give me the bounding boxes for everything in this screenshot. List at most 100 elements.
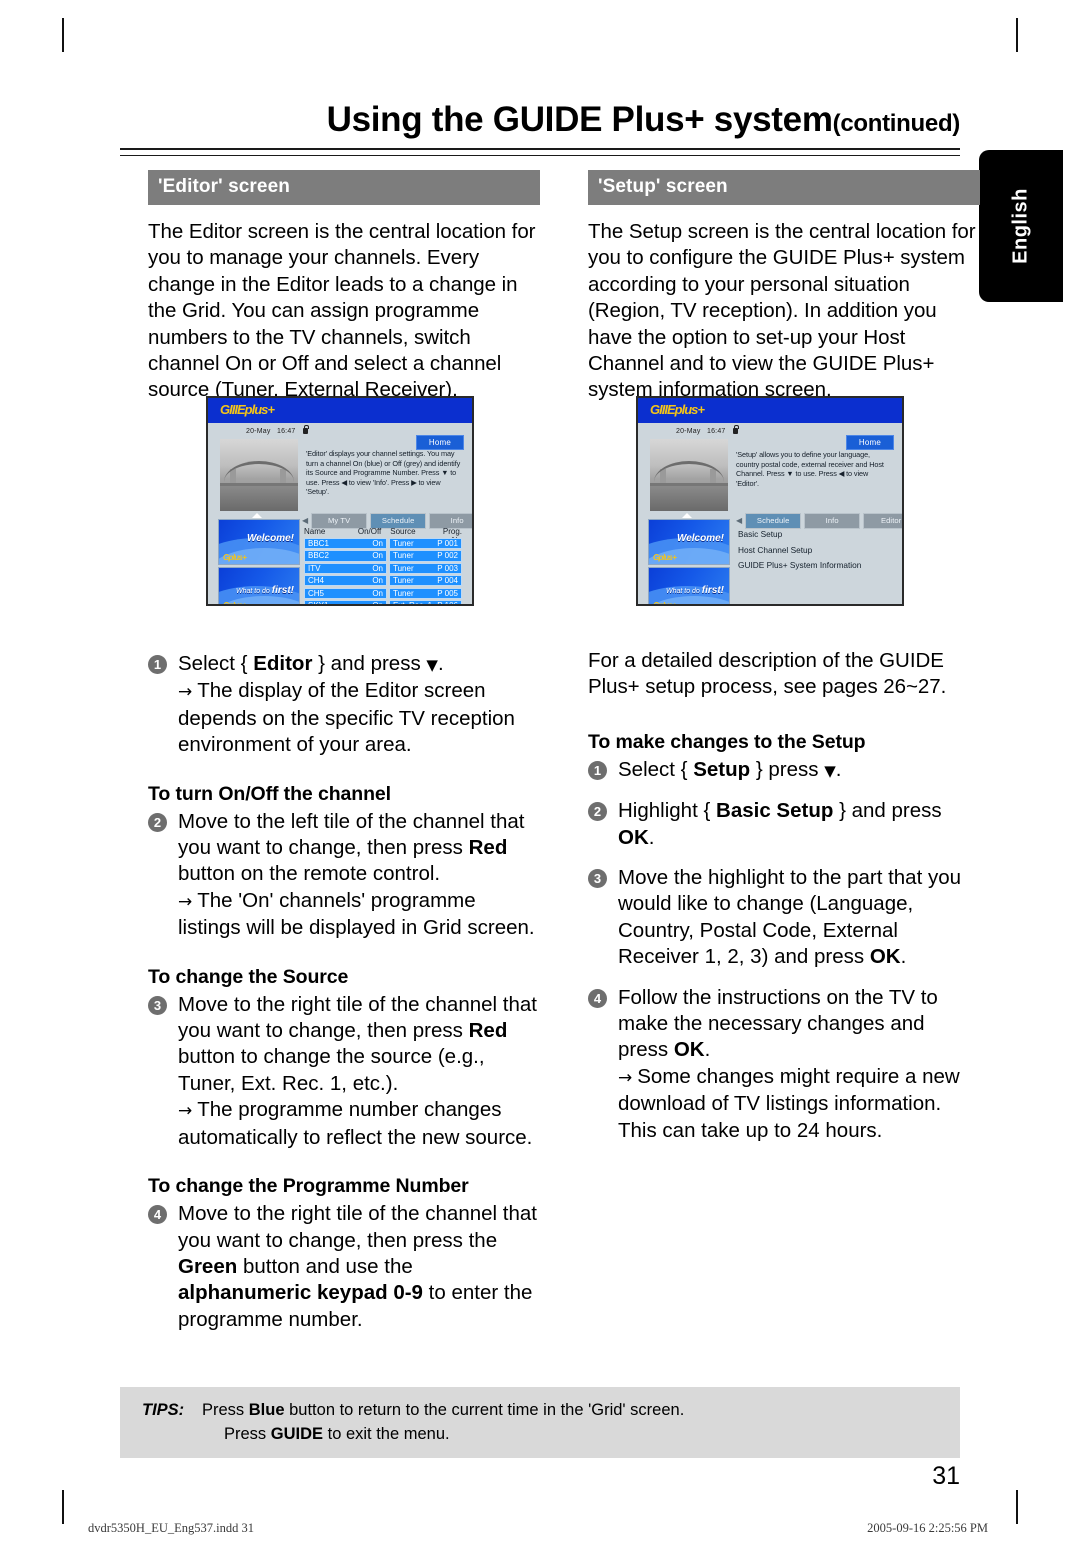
step-number: 1 (148, 655, 167, 674)
footer-filename: dvdr5350H_EU_Eng537.indd 31 (88, 1521, 254, 1535)
step-1-select-editor: 1 Select { Editor } and press ▼. → The di… (148, 651, 540, 759)
page-title: Using the GUIDE Plus+ system(continued) (120, 100, 961, 140)
page-number: 31 (932, 1462, 960, 1490)
scroll-up-icon[interactable] (682, 513, 692, 518)
promo-tile-whattodo-label: What to do first! (665, 585, 724, 596)
section-header-setup: 'Setup' screen (588, 170, 980, 205)
left-column-steps: 1 Select { Editor } and press ▼. → The di… (148, 648, 540, 1333)
table-row[interactable]: ITV On Tuner P 003 (304, 562, 462, 575)
table-row[interactable]: BBC1 On Tuner P 001 (304, 538, 462, 550)
row-right-tile[interactable]: Tuner P 004 (389, 575, 462, 587)
row-right-tile[interactable]: Tuner P 001 (389, 538, 462, 550)
subheading-change-prognum: To change the Programme Number (148, 1175, 469, 1198)
language-tab: English (979, 150, 1063, 302)
step-3-move-highlight: 3 Move the highlight to the part that yo… (588, 865, 980, 971)
guide-plus-mini-logo-icon: Gplus+ (223, 553, 247, 562)
table-row[interactable]: BBC2 On Tuner P 002 (304, 550, 462, 562)
crop-mark-bottom-right (1016, 1490, 1018, 1524)
table-row[interactable]: CH4 On Tuner P 004 (304, 575, 462, 587)
menu-item-system-information[interactable]: GUIDE Plus+ System Information (738, 558, 861, 574)
setup-datetime: 20-May 16:47 (676, 428, 726, 435)
row-right-tile[interactable]: Tuner P 005 (389, 587, 462, 599)
editor-datetime: 20-May 16:47 (246, 428, 296, 435)
promo-tile-whattodo[interactable]: What to do first! Gplus+ (218, 567, 300, 606)
step-4-result: → Some changes might require a new downlo… (618, 1064, 960, 1142)
guide-plus-mini-logo-icon: Gplus+ (653, 601, 677, 606)
result-arrow-icon: → (178, 1101, 193, 1122)
editor-description-text: 'Editor' displays your channel settings.… (306, 449, 461, 497)
step-2-left-tile: 2 Move to the left tile of the channel t… (148, 809, 540, 942)
tab-editor[interactable]: Editor (863, 513, 902, 529)
step-3-result: → The programme number changes automatica… (178, 1098, 533, 1149)
tips-box: TIPS: Press Blue button to return to the … (120, 1387, 960, 1458)
setup-screen-body: 20-May 16:47 Home 'Setup' allows you to … (638, 423, 902, 604)
page-title-main: Using the GUIDE Plus+ system (326, 100, 833, 139)
step-4-right-tile-prognum: 4 Move to the right tile of the channel … (148, 1201, 540, 1333)
editor-screen-titlebar: GIIIEplus+ (208, 398, 472, 423)
step-number: 3 (148, 995, 167, 1015)
promo-tile-welcome-label: Welcome! (676, 533, 724, 544)
promo-tile-whattodo[interactable]: What to do first! Gplus+ (648, 567, 730, 606)
setup-screenshot: GIIIEplus+ 20-May 16:47 Home 'Setup' all… (636, 396, 904, 606)
down-arrow-icon: ▼ (824, 761, 836, 780)
setup-intro-paragraph: The Setup screen is the central location… (588, 220, 976, 402)
promo-tile-welcome[interactable]: Welcome! Gplus+ (218, 519, 300, 565)
crop-mark-top-right (1016, 18, 1018, 52)
step-1-result: → The display of the Editor screen depend… (178, 679, 515, 757)
row-right-tile[interactable]: Tuner P 002 (389, 550, 462, 562)
guide-plus-logo-icon: GIIIEplus+ (650, 402, 705, 417)
menu-item-host-channel-setup[interactable]: Host Channel Setup (738, 543, 861, 559)
setup-home-button[interactable]: Home (845, 435, 894, 450)
promo-tile-welcome[interactable]: Welcome! Gplus+ (648, 519, 730, 565)
editor-video-thumbnail (220, 439, 298, 511)
step-number: 1 (588, 760, 607, 780)
setup-screen-titlebar: GIIIEplus+ (638, 398, 902, 423)
left-column: 'Editor' screen The Editor screen is the… (148, 170, 540, 404)
result-arrow-icon: → (178, 891, 193, 912)
language-tab-label: English (1009, 188, 1032, 264)
setup-menu-list: Basic Setup Host Channel Setup GUIDE Plu… (738, 527, 861, 574)
row-left-tile[interactable]: CH5 On (304, 587, 387, 599)
table-row[interactable]: CH5 On Tuner P 005 (304, 587, 462, 599)
row-left-tile[interactable]: SKY1 On (304, 599, 387, 604)
step-4-follow-instructions: 4 Follow the instructions on the TV to m… (588, 985, 980, 1144)
lock-icon (733, 425, 739, 434)
row-left-tile[interactable]: BBC1 On (304, 538, 387, 550)
row-left-tile[interactable]: ITV On (304, 562, 387, 575)
row-right-tile[interactable]: Ext. Rec. 1P 106 (389, 599, 462, 604)
guide-plus-mini-logo-icon: Gplus+ (653, 553, 677, 562)
crop-mark-top-left (62, 18, 64, 52)
editor-screen-body: 20-May 16:47 Home 'Editor' displays your… (208, 423, 472, 604)
tips-line-1: TIPS: Press Blue button to return to the … (120, 1398, 960, 1422)
right-column-steps: For a detailed description of the GUIDE … (588, 648, 980, 1144)
row-left-tile[interactable]: CH4 On (304, 575, 387, 587)
row-left-tile[interactable]: BBC2 On (304, 550, 387, 562)
header-rule (120, 148, 960, 156)
promo-tile-welcome-label: Welcome! (246, 533, 294, 544)
tips-label: TIPS: (142, 1401, 185, 1419)
result-arrow-icon: → (178, 682, 193, 703)
step-number: 2 (148, 812, 167, 832)
result-arrow-icon: → (618, 1067, 633, 1088)
tab-scroll-left-icon[interactable]: ◀ (302, 516, 308, 525)
row-right-tile[interactable]: Tuner P 003 (389, 562, 462, 575)
subheading-turn-onoff: To turn On/Off the channel (148, 782, 391, 805)
subheading-change-source: To change the Source (148, 965, 349, 988)
guide-plus-mini-logo-icon: Gplus+ (223, 601, 247, 606)
right-column: 'Setup' screen The Setup screen is the c… (588, 170, 980, 404)
step-number: 3 (588, 869, 607, 889)
table-row[interactable]: SKY1 On Ext. Rec. 1P 106 (304, 599, 462, 604)
tab-scroll-left-icon[interactable]: ◀ (736, 516, 742, 525)
subheading-make-changes: To make changes to the Setup (588, 730, 866, 753)
promo-tile-whattodo-label: What to do first! (235, 585, 294, 596)
menu-item-basic-setup[interactable]: Basic Setup (738, 527, 861, 543)
step-2-result: → The 'On' channels' programme listings w… (178, 888, 535, 940)
editor-channel-rows: BBC1 On Tuner P 001 BBC2 On Tuner P 002 ITV O… (304, 538, 462, 604)
step-number: 4 (588, 988, 607, 1008)
step-number: 4 (148, 1205, 167, 1225)
editor-home-button[interactable]: Home (415, 435, 464, 450)
step-2-highlight-basic-setup: 2 Highlight { Basic Setup } and press OK… (588, 798, 980, 851)
lock-icon (303, 425, 309, 434)
tips-line-2: Press GUIDE to exit the menu. (224, 1425, 450, 1443)
scroll-up-icon[interactable] (252, 513, 262, 518)
